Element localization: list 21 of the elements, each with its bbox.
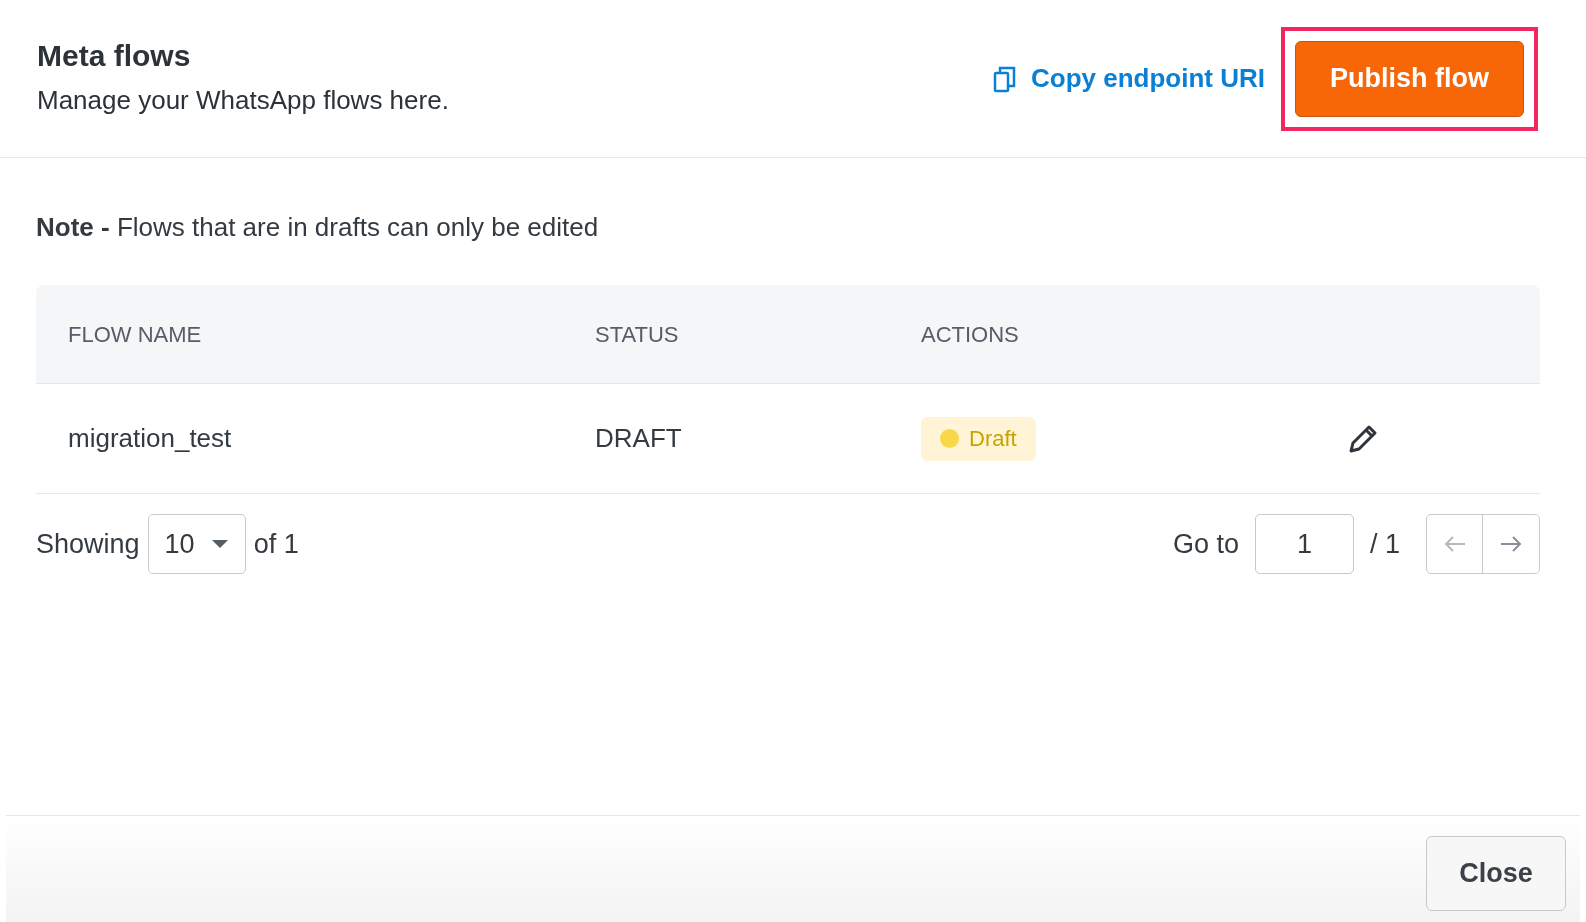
- total-pages-label: / 1: [1369, 527, 1400, 561]
- caret-icon: [210, 539, 229, 549]
- left-arrow-icon: [1443, 535, 1466, 553]
- page-size-select[interactable]: 10: [147, 514, 246, 574]
- dialog-title: Meta flows: [37, 38, 192, 75]
- copy-endpoint-link[interactable]: Copy endpoint URI: [993, 59, 1265, 98]
- table-cell: DRAFT: [595, 423, 682, 453]
- page-input[interactable]: 1: [1254, 514, 1354, 574]
- note-text: Note - Flows that are in drafts can only be edited: [36, 211, 600, 244]
- status-badge: Draft: [921, 416, 1036, 461]
- column-header: ACTIONS: [921, 321, 1019, 347]
- table-cell: migration_test: [68, 423, 232, 453]
- dialog-subtitle: Manage your WhatsApp flows here.: [37, 83, 449, 117]
- copy-icon: [993, 64, 1017, 93]
- right-arrow-icon: [1500, 535, 1522, 553]
- go-to-label: Go to: [1172, 527, 1239, 561]
- close-button[interactable]: Close: [1426, 836, 1566, 911]
- page-count-label: of 1: [253, 527, 299, 561]
- column-header: FLOW NAME: [68, 321, 202, 347]
- showing-label: Showing: [36, 527, 140, 561]
- column-header: STATUS: [595, 321, 679, 347]
